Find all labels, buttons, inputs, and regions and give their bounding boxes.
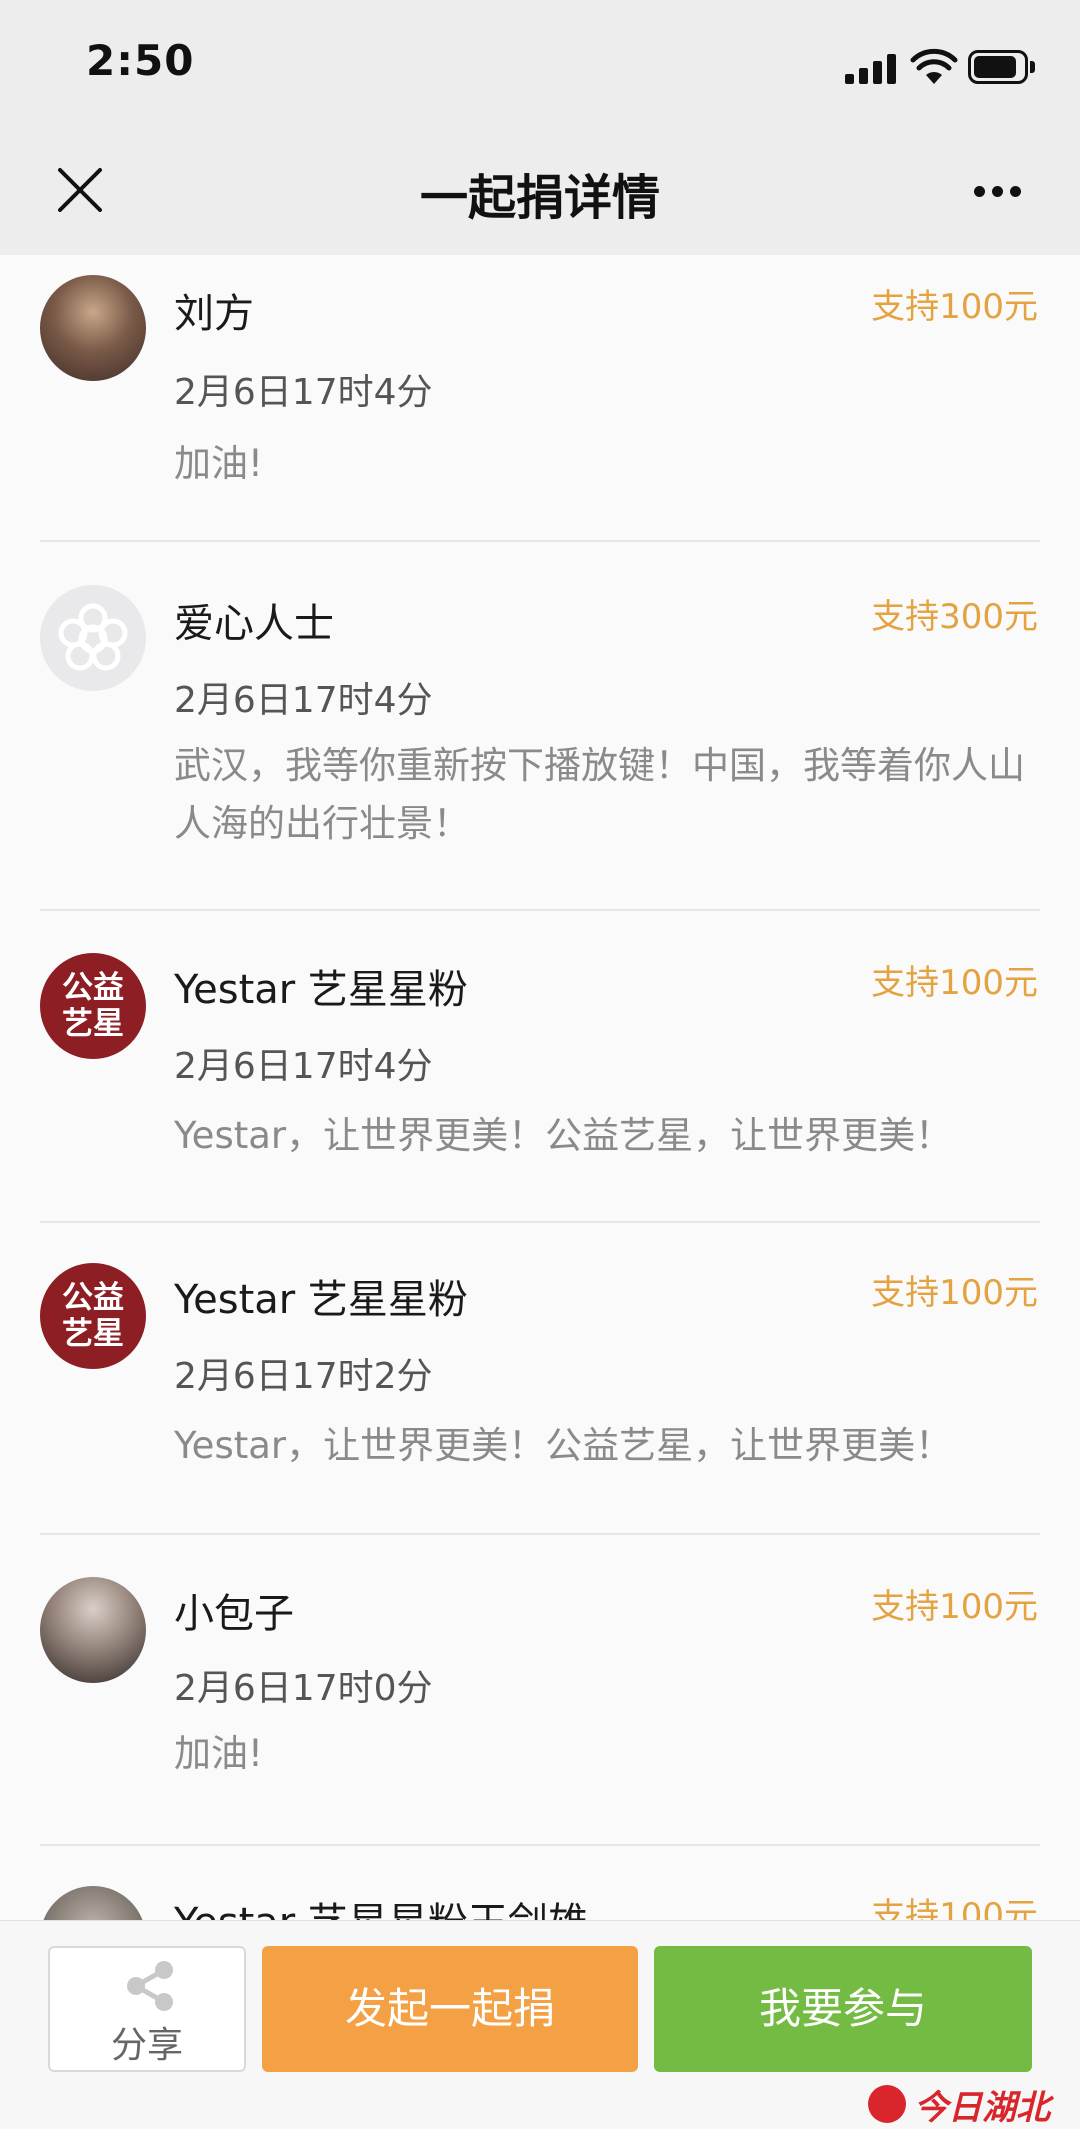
list-item: 爱心人士 支持300元 2月6日17时4分 武汉，我等你重新按下播放键！中国，我… (0, 541, 1080, 909)
start-donation-button[interactable]: 发起一起捐 (262, 1946, 638, 2072)
donation-time: 2月6日17时4分 (174, 680, 433, 721)
donation-time: 2月6日17时2分 (174, 1356, 433, 1397)
donor-name: 小包子 (174, 1591, 294, 1637)
donation-message: Yestar，让世界更美！公益艺星，让世界更美！ (174, 1424, 953, 1467)
donor-name: 爱心人士 (174, 601, 334, 647)
avatar: 公益艺星 (40, 1263, 146, 1369)
donation-amount: 支持100元 (871, 1896, 1038, 1920)
share-icon (127, 1961, 173, 2011)
status-time: 2:50 (86, 36, 195, 85)
avatar (40, 275, 146, 381)
share-label: 分享 (110, 2025, 183, 2066)
donation-time: 2月6日17时4分 (174, 372, 433, 413)
donation-amount: 支持100元 (871, 1273, 1038, 1313)
battery-icon (968, 50, 1036, 84)
charity-heart-icon (58, 603, 128, 671)
donation-amount: 支持100元 (871, 287, 1038, 327)
donation-amount: 支持300元 (871, 597, 1038, 637)
join-button[interactable]: 我要参与 (654, 1946, 1032, 2072)
avatar (40, 1886, 146, 1920)
page-title: 一起捐详情 (419, 170, 660, 226)
donation-message: 加油! (174, 1732, 263, 1775)
donation-time: 2月6日17时4分 (174, 1046, 433, 1087)
donor-name: Yestar 艺星星粉 (174, 1277, 468, 1323)
donation-message: Yestar，让世界更美！公益艺星，让世界更美！ (174, 1114, 953, 1157)
donor-name: Yestar 艺星星粉 (174, 967, 468, 1013)
more-options-icon[interactable] (968, 168, 1028, 212)
donation-message: 加油! (174, 442, 263, 485)
donor-name: 刘方 (174, 291, 254, 337)
donation-message: 武汉，我等你重新按下播放键！中国，我等着你人山人海的出行壮景！ (174, 744, 1025, 845)
avatar (40, 585, 146, 691)
top-bar: 2:50 一起捐详情 (0, 0, 1080, 255)
avatar: 公益艺星 (40, 953, 146, 1059)
watermark-text: 今日湖北 (914, 2087, 1050, 2128)
bottom-action-bar: 分享 发起一起捐 我要参与 今日湖北 (0, 1920, 1080, 2129)
list-item: 刘方 支持100元 2月6日17时4分 加油! (0, 255, 1080, 541)
wifi-icon (910, 48, 958, 84)
watermark: 今日湖北 (868, 2084, 1050, 2128)
signal-icon (845, 54, 897, 84)
donation-amount: 支持100元 (871, 1587, 1038, 1627)
donor-name: Yestar 艺星星粉王剑雄 (174, 1890, 588, 1920)
list-item: 公益艺星 Yestar 艺星星粉 支持100元 2月6日17时4分 Yestar… (0, 911, 1080, 1221)
list-item: 小包子 支持100元 2月6日17时0分 加油! (0, 1535, 1080, 1845)
watermark-logo-icon (868, 2085, 906, 2123)
donation-time: 2月6日17时0分 (174, 1668, 433, 1709)
avatar (40, 1577, 146, 1683)
donation-amount: 支持100元 (871, 963, 1038, 1003)
share-button[interactable]: 分享 (48, 1946, 246, 2072)
list-item: 公益艺星 Yestar 艺星星粉 支持100元 2月6日17时2分 Yestar… (0, 1223, 1080, 1533)
list-item: Yestar 艺星星粉王剑雄 支持100元 (0, 1846, 1080, 1920)
donation-list[interactable]: 刘方 支持100元 2月6日17时4分 加油! 爱心人士 支持300元 2月6日… (0, 255, 1080, 1920)
